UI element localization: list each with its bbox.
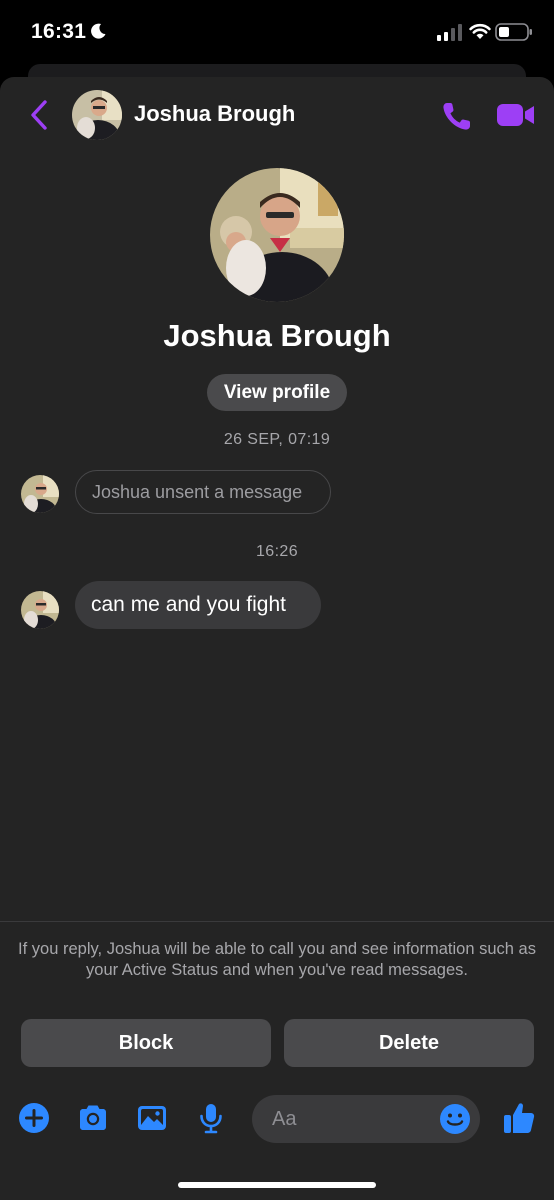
phone-icon[interactable] [440,99,474,133]
delete-button[interactable]: Delete [284,1019,534,1067]
message-input[interactable] [272,1095,432,1143]
profile-name: Joshua Brough [163,318,391,353]
avatar[interactable] [21,475,59,513]
avatar[interactable] [72,90,122,140]
message-request-notice: If you reply, Joshua will be able to cal… [18,940,536,979]
message-bubble[interactable]: can me and you fight [75,581,321,629]
battery-icon [495,23,532,41]
message-timestamp: 26 SEP, 07:19 [223,431,331,448]
plus-circle-icon[interactable] [17,1101,51,1135]
unsent-message-notice[interactable]: Joshua unsent a message [75,470,331,514]
camera-icon[interactable] [76,1101,110,1135]
block-button[interactable]: Block [21,1019,271,1067]
status-bar: 16:31 [0,0,554,64]
message-composer[interactable] [252,1095,480,1143]
microphone-icon[interactable] [194,1101,228,1135]
wifi-icon [469,23,491,39]
chevron-left-icon[interactable] [26,97,52,133]
thumbs-up-icon[interactable] [501,1100,537,1136]
view-profile-button[interactable]: View profile [207,374,347,411]
status-time: 16:31 [31,20,87,43]
moon-icon [91,23,106,39]
home-indicator [178,1182,376,1188]
contact-name[interactable]: Joshua Brough [134,101,295,127]
emoji-icon[interactable] [438,1102,472,1136]
message-timestamp: 16:26 [255,543,299,560]
profile-avatar[interactable] [210,168,344,302]
avatar[interactable] [21,591,59,629]
video-camera-icon[interactable] [496,100,536,130]
cellular-signal-icon [437,24,462,41]
image-icon[interactable] [135,1101,169,1135]
divider [0,921,554,922]
